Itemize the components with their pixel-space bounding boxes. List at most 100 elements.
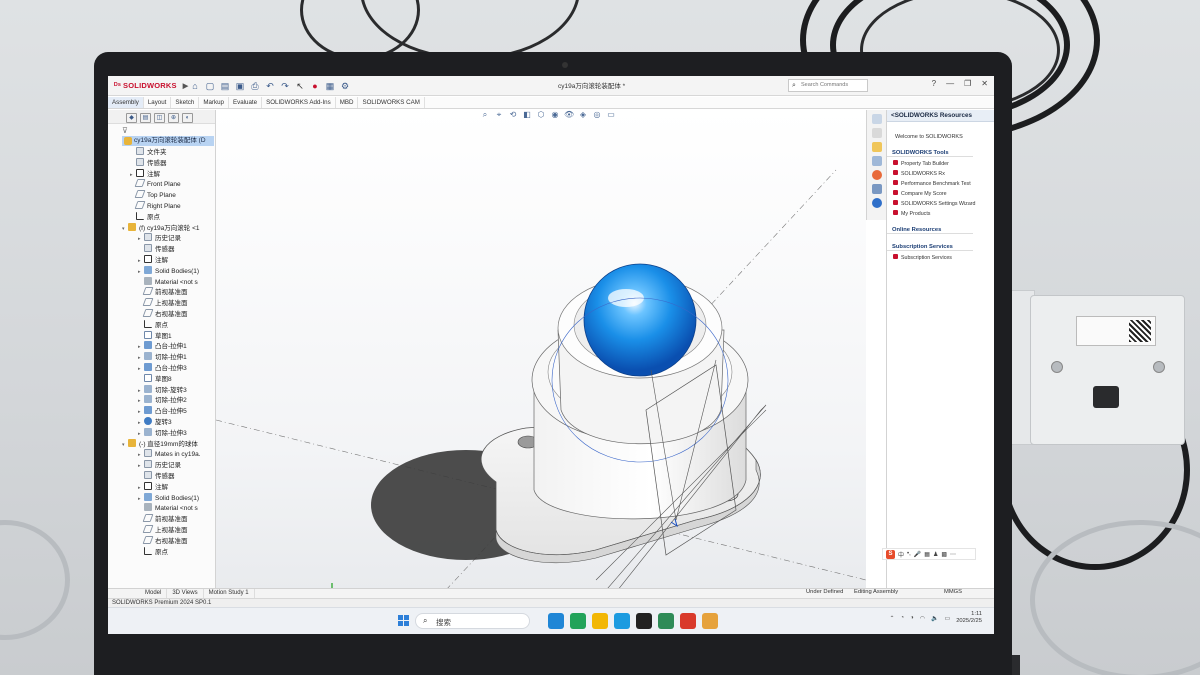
display-style-icon[interactable]: ◉ — [550, 110, 560, 120]
file-properties-icon[interactable]: ▦ — [325, 81, 335, 91]
task-pane-link[interactable]: Compare My Score — [887, 187, 994, 197]
tree-node[interactable]: 上视基准面 — [138, 298, 188, 309]
solidworks-logo[interactable]: ᴰˢ SOLIDWORKS ▶ — [108, 81, 190, 90]
command-tab[interactable]: Sketch — [171, 97, 200, 108]
minimize-icon[interactable]: — — [946, 79, 954, 88]
toolbox-icon[interactable]: ▩ — [941, 551, 947, 558]
resources-tab-icon[interactable] — [871, 114, 882, 124]
model-view-tab[interactable]: Motion Study 1 — [204, 589, 255, 598]
design-library-tab-icon[interactable] — [871, 128, 882, 138]
taskbar-clock[interactable]: 1:11 2025/2/25 — [956, 611, 982, 625]
command-tab[interactable]: SOLIDWORKS Add-Ins — [262, 97, 336, 108]
sogou-badge[interactable]: S — [886, 549, 895, 559]
tree-node[interactable]: Front Plane — [130, 179, 181, 190]
rebuild-icon[interactable]: ● — [310, 81, 320, 91]
tree-node[interactable]: ▸ Mates in cy19a. — [138, 449, 201, 460]
zoom-area-icon[interactable]: ⌖ — [494, 110, 504, 120]
tree-node[interactable]: ▸ 注解 — [138, 255, 168, 266]
model-view-tab[interactable]: 3D Views — [167, 589, 204, 598]
tree-node[interactable]: ▸ 凸台-拉伸5 — [138, 406, 187, 417]
command-tab[interactable]: Markup — [199, 97, 229, 108]
battery-icon[interactable]: ▭ — [945, 615, 951, 622]
tree-node[interactable]: Top Plane — [130, 190, 176, 201]
custom-properties-tab-icon[interactable] — [871, 184, 882, 194]
tree-node[interactable]: 文件夹 — [130, 147, 167, 158]
tree-node[interactable]: ▸ 注解 — [130, 168, 160, 180]
tray-app-icon[interactable]: ◑ — [910, 615, 914, 621]
welcome-link[interactable]: Welcome to SOLIDWORKS — [887, 122, 994, 140]
zoom-to-fit-icon[interactable]: ⌕ — [480, 110, 490, 120]
command-tab[interactable]: SOLIDWORKS CAM — [358, 97, 425, 108]
property-manager-tab-icon[interactable]: ▤ — [140, 113, 151, 123]
tree-node[interactable]: 原点 — [130, 211, 160, 223]
display-manager-tab-icon[interactable]: ◐ — [182, 113, 193, 123]
chevron-up-icon[interactable]: ⌃ — [890, 615, 895, 622]
windows-start-icon[interactable] — [398, 615, 409, 626]
options-icon[interactable]: ⚙ — [340, 81, 350, 91]
tree-node[interactable]: 草图8 — [138, 373, 172, 385]
filter-icon[interactable]: ⊽ — [122, 126, 128, 135]
punctuation-icon[interactable]: •, — [907, 551, 911, 557]
file-explorer-tab-icon[interactable] — [871, 142, 882, 152]
command-tab[interactable]: MBD — [336, 97, 359, 108]
tree-node[interactable]: ▸ 切除-拉伸2 — [138, 395, 187, 406]
tree-root-assembly[interactable]: cy19a万向滚轮装配体 (D — [122, 136, 214, 146]
task-pane-link[interactable]: Performance Benchmark Test — [887, 177, 994, 187]
ime-toolbar[interactable]: S 中 •, 🎤 ▦ ♟ ▩ ⋯ — [882, 548, 976, 560]
new-document-icon[interactable]: ▢ — [205, 81, 215, 91]
previous-view-icon[interactable]: ⟲ — [508, 110, 518, 120]
undo-icon[interactable]: ↶ — [265, 81, 275, 91]
section-view-icon[interactable]: ◧ — [522, 110, 532, 120]
tree-node[interactable]: ▾ (-) 直径19mm的球体 — [122, 438, 198, 450]
tree-node[interactable]: ▸ 凸台-拉伸1 — [138, 341, 187, 352]
tree-node[interactable]: ▸ 历史记录 — [138, 233, 181, 244]
taskbar-app-icon[interactable] — [636, 613, 652, 629]
tray-app-icon[interactable]: ◔ — [901, 615, 905, 621]
tree-node[interactable]: ▸ 切除-拉伸3 — [138, 427, 187, 439]
home-icon[interactable]: ⌂ — [190, 81, 200, 91]
tree-node[interactable]: 传感器 — [138, 471, 175, 482]
ime-mode[interactable]: 中 — [898, 550, 904, 559]
task-pane-link[interactable]: SOLIDWORKS Rx — [887, 167, 994, 177]
scenes-icon[interactable]: ◎ — [592, 110, 602, 120]
maximize-icon[interactable]: ❐ — [964, 79, 971, 88]
edit-appearance-icon[interactable]: ◈ — [578, 110, 588, 120]
tree-node[interactable]: Material <not s — [138, 276, 198, 288]
command-tab[interactable]: Layout — [144, 97, 172, 108]
redo-icon[interactable]: ↷ — [280, 81, 290, 91]
taskbar-app-icon[interactable] — [592, 613, 608, 629]
unit-system[interactable]: MMGS — [944, 589, 962, 595]
close-icon[interactable]: ✕ — [981, 79, 988, 88]
task-pane-link[interactable]: Subscription Services — [887, 251, 994, 261]
view-palette-tab-icon[interactable] — [871, 156, 882, 166]
command-tab[interactable]: Assembly — [108, 97, 144, 108]
taskbar-app-icon[interactable] — [658, 613, 674, 629]
tree-node[interactable]: ▸ 凸台-拉伸3 — [138, 363, 187, 374]
task-pane-link[interactable]: SOLIDWORKS Settings Wizard — [887, 197, 994, 207]
search-commands-input[interactable]: ⌕ Search Commands — [788, 79, 868, 92]
taskbar-app-icon[interactable] — [548, 613, 564, 629]
tree-node[interactable]: ▾ (f) cy19a万向滚轮 <1 — [122, 222, 200, 234]
tree-node[interactable]: Material <not s — [138, 503, 198, 514]
taskbar-app-icon[interactable] — [570, 613, 586, 629]
menu-arrow-icon[interactable]: ▶ — [183, 82, 189, 90]
model-canvas[interactable] — [215, 110, 867, 631]
configuration-manager-tab-icon[interactable]: ◫ — [154, 113, 165, 123]
tree-node[interactable]: 上视基准面 — [138, 525, 188, 536]
tree-node[interactable]: ▸ 切除-旋转3 — [138, 384, 187, 396]
tree-node[interactable]: Right Plane — [130, 201, 181, 212]
tree-node[interactable]: 前视基准面 — [138, 287, 188, 298]
tree-node[interactable]: 原点 — [138, 546, 168, 558]
taskbar-app-icon[interactable] — [702, 613, 718, 629]
task-pane-section-title[interactable]: Subscription Services — [887, 244, 973, 251]
hide-show-icon[interactable]: 👁 — [564, 110, 574, 120]
wifi-icon[interactable]: ◠ — [920, 615, 925, 622]
appearances-tab-icon[interactable] — [871, 170, 882, 180]
help-icon[interactable]: ? — [932, 79, 936, 88]
tree-node[interactable]: ▸ Solid Bodies(1) — [138, 265, 199, 277]
feature-manager-tab-icon[interactable]: ◆ — [126, 113, 137, 123]
microphone-icon[interactable]: 🎤 — [914, 551, 921, 558]
open-icon[interactable]: ▤ — [220, 81, 230, 91]
model-view-tab[interactable]: Model — [140, 589, 168, 598]
volume-icon[interactable]: 🔈 — [931, 615, 938, 622]
